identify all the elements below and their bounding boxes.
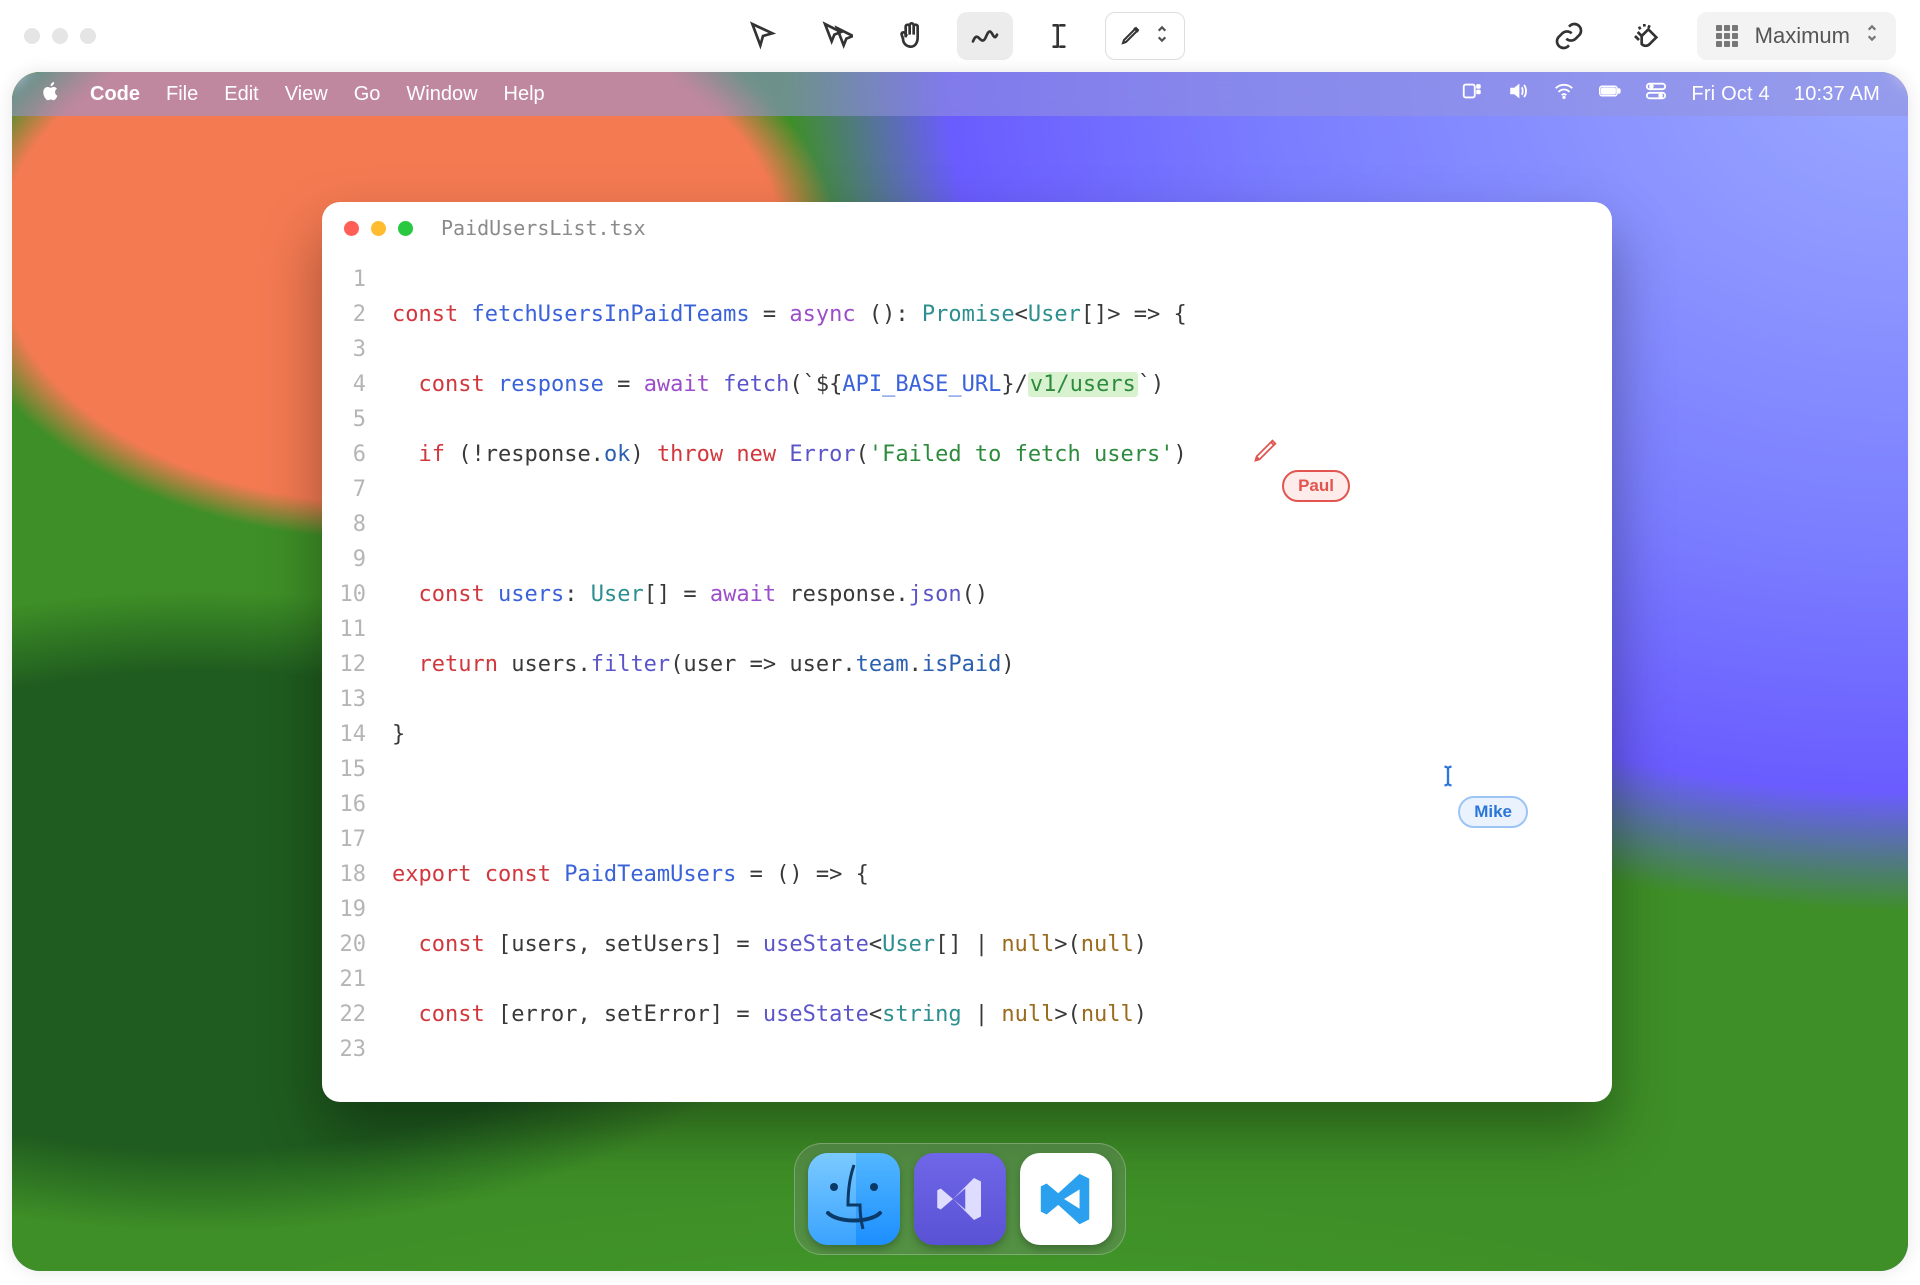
line-number: 13 bbox=[322, 682, 366, 717]
clap-icon[interactable] bbox=[1619, 12, 1675, 60]
visual-studio-icon bbox=[932, 1171, 988, 1227]
hand-tool[interactable] bbox=[883, 12, 939, 60]
code-editor-window: PaidUsersList.tsx 1 2 3 4 5 6 7 8 9 10 1… bbox=[322, 202, 1612, 1102]
pencil-cursor-icon bbox=[1252, 436, 1280, 464]
dock-app-vscode[interactable] bbox=[1020, 1153, 1112, 1245]
code-line bbox=[392, 787, 1187, 822]
line-number: 17 bbox=[322, 822, 366, 857]
line-number: 8 bbox=[322, 507, 366, 542]
menubar-status-area: Fri Oct 4 10:37 AM bbox=[1461, 80, 1880, 108]
code-line bbox=[392, 1067, 1187, 1102]
pointer-tool[interactable] bbox=[735, 12, 791, 60]
collaborator-name-chip: Paul bbox=[1282, 470, 1350, 502]
line-number: 4 bbox=[322, 367, 366, 402]
link-icon[interactable] bbox=[1541, 12, 1597, 60]
control-center-icon[interactable] bbox=[1645, 80, 1667, 108]
line-number: 11 bbox=[322, 612, 366, 647]
line-number: 1 bbox=[322, 262, 366, 297]
line-number: 16 bbox=[322, 787, 366, 822]
line-number: 2 bbox=[322, 297, 366, 332]
code-line: const [error, setError] = useState<strin… bbox=[392, 997, 1187, 1032]
battery-icon[interactable] bbox=[1599, 80, 1621, 108]
app-menus: Code File Edit View Go Window Help bbox=[90, 83, 545, 106]
menubar-date[interactable]: Fri Oct 4 bbox=[1691, 83, 1769, 106]
collaborator-cursor-mike: Mike bbox=[1434, 762, 1528, 828]
line-number: 5 bbox=[322, 402, 366, 437]
line-number: 15 bbox=[322, 752, 366, 787]
size-label: Maximum bbox=[1755, 23, 1850, 49]
annotation-toolbar: Maximum bbox=[0, 0, 1920, 72]
menu-edit[interactable]: Edit bbox=[224, 83, 258, 106]
menu-go[interactable]: Go bbox=[354, 83, 381, 106]
menu-view[interactable]: View bbox=[285, 83, 328, 106]
scribble-tool[interactable] bbox=[957, 12, 1013, 60]
line-number: 6 bbox=[322, 437, 366, 472]
line-number: 19 bbox=[322, 892, 366, 927]
menu-app-name[interactable]: Code bbox=[90, 83, 140, 106]
code-line: const response = await fetch(`${API_BASE… bbox=[392, 367, 1187, 402]
code-line: const users: User[] = await response.jso… bbox=[392, 577, 1187, 612]
line-number-gutter: 1 2 3 4 5 6 7 8 9 10 11 12 13 14 15 16 1… bbox=[322, 262, 384, 1102]
line-number: 14 bbox=[322, 717, 366, 752]
toolbar-tools bbox=[735, 12, 1185, 60]
code-line bbox=[392, 507, 1187, 542]
code-line: if (!response.ok) throw new Error('Faile… bbox=[392, 437, 1187, 472]
dock-app-visual-studio[interactable] bbox=[914, 1153, 1006, 1245]
code-content[interactable]: const fetchUsersInPaidTeams = async (): … bbox=[384, 262, 1187, 1102]
dot bbox=[24, 28, 40, 44]
code-line: const [users, setUsers] = useState<User[… bbox=[392, 927, 1187, 962]
code-line: const fetchUsersInPaidTeams = async (): … bbox=[392, 297, 1187, 332]
size-selector[interactable]: Maximum bbox=[1697, 12, 1896, 60]
desktop: Code File Edit View Go Window Help Fri O… bbox=[12, 72, 1908, 1271]
line-number: 18 bbox=[322, 857, 366, 892]
chevron-updown-icon bbox=[1864, 23, 1880, 49]
vscode-icon bbox=[1035, 1168, 1097, 1230]
code-line: export const PaidTeamUsers = () => { bbox=[392, 857, 1187, 892]
menubar-time[interactable]: 10:37 AM bbox=[1794, 83, 1880, 106]
pencil-icon bbox=[1120, 22, 1144, 51]
minimize-window-button[interactable] bbox=[371, 221, 386, 236]
collaborator-name-chip: Mike bbox=[1458, 796, 1528, 828]
macos-dock bbox=[794, 1143, 1126, 1255]
line-number: 3 bbox=[322, 332, 366, 367]
menu-window[interactable]: Window bbox=[406, 83, 477, 106]
pencil-style-selector[interactable] bbox=[1105, 12, 1185, 60]
editor-titlebar[interactable]: PaidUsersList.tsx bbox=[322, 202, 1612, 254]
text-cursor-tool[interactable] bbox=[1031, 12, 1087, 60]
menu-file[interactable]: File bbox=[166, 83, 198, 106]
line-number: 21 bbox=[322, 962, 366, 997]
multi-pointer-tool[interactable] bbox=[809, 12, 865, 60]
code-line: return users.filter(user => user.team.is… bbox=[392, 647, 1187, 682]
line-number: 12 bbox=[322, 647, 366, 682]
finder-face-icon bbox=[808, 1153, 900, 1245]
line-number: 9 bbox=[322, 542, 366, 577]
dot bbox=[80, 28, 96, 44]
close-window-button[interactable] bbox=[344, 221, 359, 236]
window-dots bbox=[24, 28, 96, 44]
line-number: 20 bbox=[322, 927, 366, 962]
macos-menubar: Code File Edit View Go Window Help Fri O… bbox=[12, 72, 1908, 116]
volume-icon[interactable] bbox=[1507, 80, 1529, 108]
line-number: 23 bbox=[322, 1032, 366, 1067]
line-number: 7 bbox=[322, 472, 366, 507]
menu-help[interactable]: Help bbox=[504, 83, 545, 106]
code-line: } bbox=[392, 717, 1187, 752]
line-number: 10 bbox=[322, 577, 366, 612]
traffic-lights bbox=[344, 221, 413, 236]
chevron-updown-icon bbox=[1154, 24, 1170, 49]
code-area[interactable]: 1 2 3 4 5 6 7 8 9 10 11 12 13 14 15 16 1… bbox=[322, 254, 1612, 1102]
dock-app-finder[interactable] bbox=[808, 1153, 900, 1245]
line-number: 22 bbox=[322, 997, 366, 1032]
editor-filename: PaidUsersList.tsx bbox=[441, 216, 646, 240]
wifi-icon[interactable] bbox=[1553, 80, 1575, 108]
toolbar-right: Maximum bbox=[1541, 12, 1896, 60]
collaborator-cursor-paul: Paul bbox=[1252, 436, 1350, 502]
grid-icon bbox=[1713, 22, 1741, 50]
dot bbox=[52, 28, 68, 44]
apple-menu[interactable] bbox=[40, 80, 62, 108]
zoom-window-button[interactable] bbox=[398, 221, 413, 236]
stage-manager-icon[interactable] bbox=[1461, 80, 1483, 108]
text-cursor-icon bbox=[1434, 762, 1462, 790]
